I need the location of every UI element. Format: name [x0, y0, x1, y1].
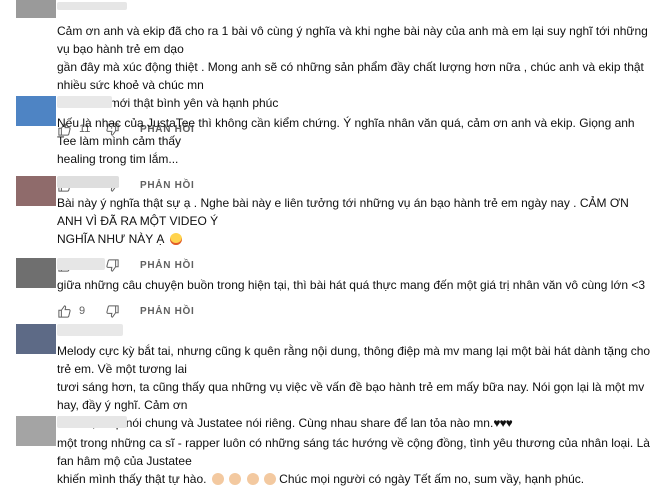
comment-actions: 9 PHẢN HỒI — [57, 302, 654, 320]
comment-text: giữa những câu chuyện buồn trong hiện tạ… — [57, 276, 654, 294]
smiling-face-emoji-icon — [229, 473, 242, 485]
comment-line: gần đây mà xúc động thiệt . Mong anh sẽ … — [57, 60, 644, 92]
comment-line-text: khiến mình thấy thật tự hào. — [57, 472, 207, 486]
dislike-button[interactable] — [105, 304, 120, 319]
reply-button[interactable]: PHẢN HỒI — [140, 306, 195, 317]
author-name[interactable] — [57, 416, 127, 428]
avatar[interactable] — [16, 176, 56, 206]
comment-line: Melody cực kỳ bắt tai, nhưng cũng k quên… — [57, 344, 651, 376]
avatar[interactable] — [16, 416, 56, 446]
avatar[interactable] — [16, 0, 56, 18]
author-name[interactable] — [57, 176, 119, 188]
comment-line: Cảm ơn anh và ekip đã cho ra 1 bài vô cù… — [57, 24, 648, 56]
comment-text: một trong những ca sĩ - rapper luôn có n… — [57, 434, 654, 488]
comment-body: giữa những câu chuyện buồn trong hiện tạ… — [57, 256, 654, 320]
author-name[interactable] — [57, 258, 105, 270]
comment-line: tươi sáng hơn, ta cũng thấy qua những vụ… — [57, 380, 645, 412]
author-name[interactable] — [57, 96, 112, 108]
comment-line-text: NGHĨA NHƯ NÀY Ạ — [57, 232, 165, 246]
comment-line: khiến mình thấy thật tự hào. Chúc mọi ng… — [57, 470, 654, 488]
comment-line: Nếu là nhạc của JustaTee thì không cần k… — [57, 116, 635, 148]
comment-line: healing trong tim lắm... — [57, 152, 179, 166]
smiling-face-emoji-icon — [169, 233, 182, 245]
comment-line-text: Chúc mọi người có ngày Tết ấm no, sum vầ… — [275, 472, 585, 486]
avatar[interactable] — [16, 258, 56, 288]
thumb-up-icon — [58, 304, 71, 318]
smiling-face-emoji-icon — [211, 473, 224, 485]
comment-text: Nếu là nhạc của JustaTee thì không cần k… — [57, 114, 654, 168]
like-button[interactable] — [57, 304, 72, 319]
thumb-down-icon — [106, 304, 119, 318]
avatar[interactable] — [16, 96, 56, 126]
author-name[interactable] — [57, 324, 123, 336]
comment-line: giữa những câu chuyện buồn trong hiện tạ… — [57, 278, 646, 292]
comment-line: một trong những ca sĩ - rapper luôn có n… — [57, 436, 650, 468]
like-count: 9 — [79, 305, 86, 317]
comment-line: NGHĨA NHƯ NÀY Ạ — [57, 230, 654, 248]
comment-text: Bài này ý nghĩa thật sự ạ . Nghe bài này… — [57, 194, 654, 248]
smiling-face-emoji-icon — [263, 473, 276, 485]
author-name[interactable] — [57, 2, 127, 10]
comment-body: một trong những ca sĩ - rapper luôn có n… — [57, 414, 654, 488]
avatar[interactable] — [16, 324, 56, 354]
smiling-face-emoji-icon — [246, 473, 259, 485]
comment-line: Bài này ý nghĩa thật sự ạ . Nghe bài này… — [57, 196, 629, 228]
